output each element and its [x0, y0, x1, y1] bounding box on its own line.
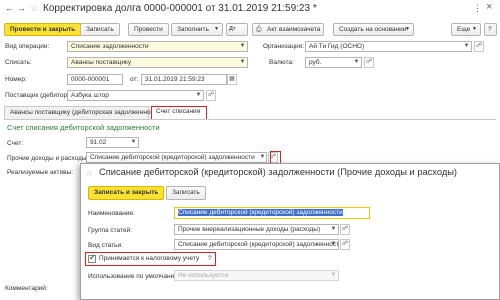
chevron-down-icon[interactable]: ▼	[329, 224, 338, 235]
other-income-label: Прочие доходы и расходы:	[7, 155, 89, 162]
window-title: Корректировка долга 0000-000001 от 31.01…	[43, 3, 317, 14]
post-button[interactable]: Провести	[128, 23, 169, 36]
write-off-field[interactable]: Авансы поставщику	[67, 57, 248, 68]
forward-arrow-icon[interactable]: →	[17, 3, 26, 13]
tab-advances[interactable]: Авансы поставщику (дебиторская задолженн…	[4, 106, 162, 119]
open-link-icon[interactable]: ☍	[340, 224, 350, 235]
more-button-label: Еще	[457, 26, 471, 33]
op-type-label: Вид операции:	[5, 43, 50, 50]
post-and-close-button[interactable]: Провести и закрыть	[4, 23, 82, 36]
other-income-field[interactable]: Списание дебиторской (кредиторской) задо…	[86, 152, 267, 163]
dialog-group-label: Группа статей:	[88, 227, 132, 234]
calendar-icon[interactable]: ▦	[227, 74, 237, 85]
icon-dt-kt-button[interactable]: Дт	[226, 23, 248, 36]
dialog-default-value: Не используется	[178, 272, 229, 279]
debtor-label: Поставщик (дебитор):	[5, 92, 72, 99]
open-link-icon[interactable]: ☍	[364, 57, 374, 68]
chevron-down-icon[interactable]: ▼	[258, 152, 267, 163]
dialog-name-field[interactable]: Списание дебиторской (кредиторской) задо…	[174, 207, 370, 219]
chevron-down-icon[interactable]: ▼	[462, 41, 471, 52]
back-arrow-icon[interactable]: ←	[5, 3, 14, 13]
chevron-down-icon[interactable]: ▼	[329, 270, 338, 281]
currency-label: Валюта:	[269, 59, 294, 66]
open-link-icon[interactable]: ☍	[474, 41, 484, 52]
open-link-icon[interactable]: ☍	[340, 239, 350, 250]
title-bar: ← → ☆ Корректировка долга 0000-000001 от…	[0, 0, 500, 20]
organization-label: Организация:	[263, 43, 305, 50]
create-basis-button[interactable]: Создать на основании ▼	[333, 23, 414, 36]
number-field[interactable]: 0000-000001	[67, 74, 123, 85]
act-button[interactable]: ⎙ Акт взаимозачета	[252, 23, 324, 36]
chevron-down-icon: ▼	[472, 26, 477, 32]
number-label: Номер:	[5, 76, 27, 83]
favorite-star-icon[interactable]: ☆	[30, 3, 38, 14]
organization-field[interactable]: Ай Ти Гид (ОСНО)	[305, 41, 472, 52]
dialog-kind-field[interactable]: Списание дебиторской (кредиторской) задо…	[174, 239, 339, 250]
act-button-label: Акт взаимозачета	[267, 26, 321, 33]
debtor-field[interactable]: Азбука штор	[67, 90, 204, 101]
op-type-field[interactable]: Списание задолженности	[67, 41, 248, 52]
chevron-down-icon[interactable]: ▼	[238, 57, 247, 68]
highlight-tab	[151, 106, 207, 120]
date-field[interactable]: 31.01.2019 21:59:23	[141, 74, 227, 85]
highlight-tax-checkbox	[85, 252, 216, 266]
printer-icon: ⎙	[256, 26, 262, 33]
chevron-down-icon[interactable]: ▼	[352, 57, 361, 68]
chevron-down-icon: ▼	[405, 26, 410, 32]
section-title: Счет списания дебиторской задолженности	[7, 123, 160, 132]
create-basis-label: Создать на основании	[339, 26, 407, 33]
dialog-default-field[interactable]: Не используется	[174, 270, 339, 281]
help-button[interactable]: ?	[484, 23, 497, 36]
fill-button-label: Заполнить	[177, 26, 209, 33]
date-label: от:	[130, 76, 139, 83]
comment-label: Комментарий:	[5, 285, 48, 292]
assets-label: Реализуемые активы:	[7, 169, 74, 176]
dialog-title: Списание дебиторской (кредиторской) задо…	[99, 167, 458, 177]
dialog-save-button[interactable]: Записать	[166, 186, 206, 200]
dialog-save-close-button[interactable]: Записать и закрыть	[88, 186, 165, 200]
dialog-kind-label: Вид статьи:	[88, 242, 123, 249]
more-button[interactable]: Еще ▼	[451, 23, 481, 36]
write-off-label: Списать:	[5, 59, 32, 66]
chevron-down-icon[interactable]: ▼	[238, 41, 247, 52]
dt-kt-icon: Дт	[229, 26, 236, 32]
dialog-default-label: Использование по умолчанию:	[88, 273, 181, 280]
fill-button[interactable]: Заполнить ▼	[171, 23, 223, 36]
dialog-name-label: Наименование:	[88, 210, 135, 217]
save-button[interactable]: Записать	[80, 23, 120, 36]
dialog-group-field[interactable]: Прочие внереализационные доходы (расходы…	[174, 224, 339, 235]
account-label: Счет:	[7, 140, 24, 147]
window-more-icon[interactable]: ⋮	[473, 3, 482, 14]
dialog-favorite-star-icon[interactable]: ☆	[85, 168, 93, 179]
chevron-down-icon[interactable]: ▼	[194, 90, 203, 101]
chevron-down-icon[interactable]: ▼	[329, 239, 338, 250]
chevron-down-icon: ▼	[214, 26, 219, 32]
item-dialog: ☆ Списание дебиторской (кредиторской) за…	[80, 163, 500, 300]
tab-advances-label: Авансы поставщику (дебиторская задолженн…	[10, 109, 163, 116]
chevron-down-icon[interactable]: ▼	[129, 137, 138, 148]
open-link-icon[interactable]: ☍	[206, 90, 216, 101]
close-icon[interactable]: ×	[486, 1, 492, 13]
dialog-name-value: Списание дебиторской (кредиторской) задо…	[178, 209, 343, 216]
